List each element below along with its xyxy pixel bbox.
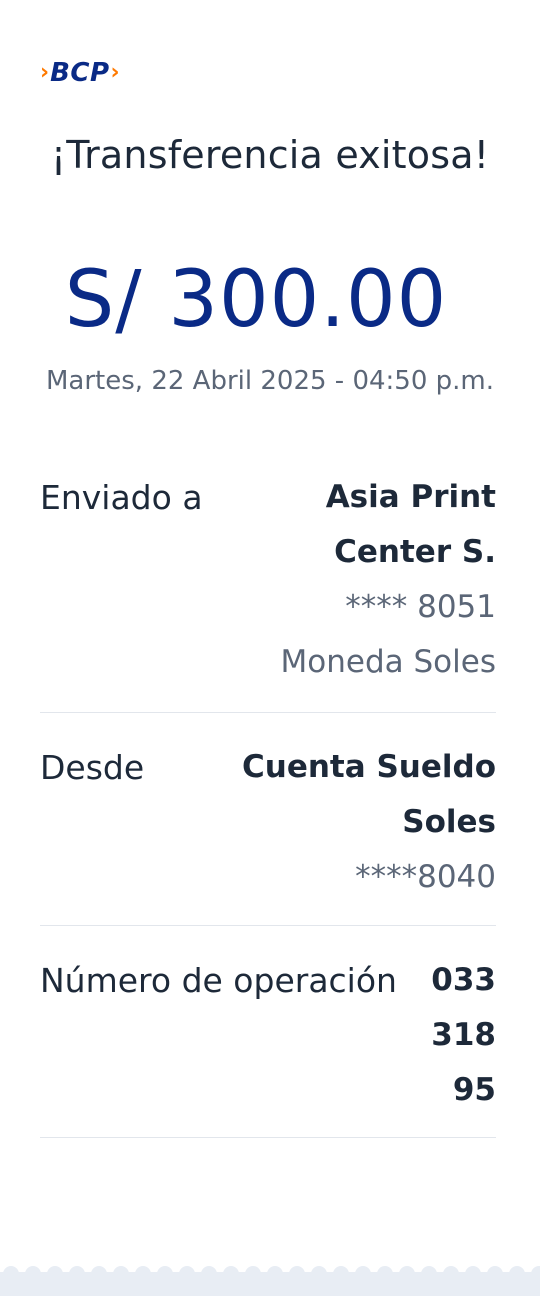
page-title: ¡Transferencia exitosa! [50, 133, 490, 177]
logo-left-chevron-icon: › [40, 60, 50, 85]
operation-row: Número de operación 033 318 95 [40, 953, 496, 1118]
recipient-name-line2: Center S. [334, 534, 496, 570]
recipient-currency: Moneda Soles [280, 644, 496, 680]
logo-right-chevron-icon: › [110, 60, 120, 85]
operation-number: 033 318 95 [431, 953, 496, 1118]
receipt-scalloped-edge [0, 1266, 540, 1296]
operation-number-line2: 318 [431, 1017, 496, 1053]
divider [40, 1137, 496, 1138]
source-row: Desde Cuenta Sueldo Soles ****8040 [40, 740, 496, 905]
transfer-date: Martes, 22 Abril 2025 - 04:50 p.m. [46, 366, 494, 396]
recipient-label: Enviado a [40, 478, 203, 517]
source-values: Cuenta Sueldo Soles ****8040 [242, 740, 496, 905]
operation-label: Número de operación [40, 961, 397, 1000]
source-account-line2: Soles [402, 804, 496, 840]
operation-number-line3: 95 [452, 1072, 496, 1108]
recipient-account: **** 8051 [345, 589, 496, 625]
source-account-number: ****8040 [355, 859, 496, 895]
bcp-logo: › BCP › [40, 56, 120, 90]
transfer-amount: S/ 300.00 [64, 255, 448, 345]
divider [40, 925, 496, 926]
recipient-values: Asia Print Center S. **** 8051 Moneda So… [281, 470, 496, 690]
recipient-name-line1: Asia Print [325, 479, 496, 515]
logo-brand-name: BCP [50, 58, 110, 88]
source-label: Desde [40, 748, 145, 787]
recipient-row: Enviado a Asia Print Center S. **** 8051… [40, 470, 496, 690]
divider [40, 712, 496, 713]
source-account-line1: Cuenta Sueldo [242, 749, 496, 785]
operation-number-line1: 033 [431, 962, 496, 998]
